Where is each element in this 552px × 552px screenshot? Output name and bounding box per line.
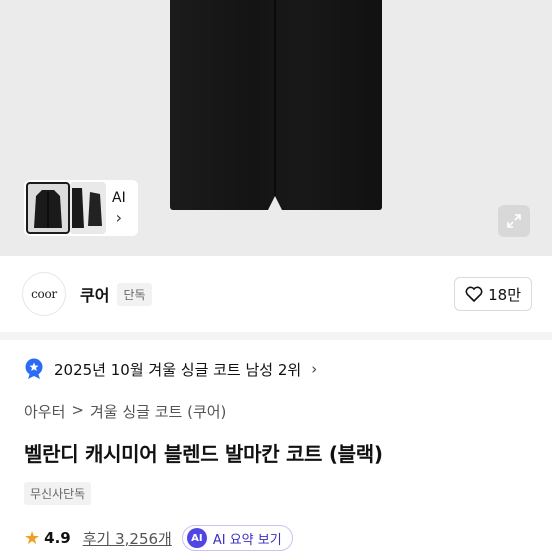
star-icon: ★ [24, 527, 41, 549]
ranking-link[interactable]: 2025년 10월 겨울 싱글 코트 남성 2위 › [24, 356, 317, 382]
thumbnail-1[interactable] [26, 182, 70, 234]
breadcrumb-item-category[interactable]: 겨울 싱글 코트 (쿠어) [90, 401, 226, 422]
ai-summary-label: AI 요약 보기 [212, 532, 282, 548]
brand-name[interactable]: 쿠어 [80, 282, 109, 306]
section-divider [0, 332, 552, 340]
like-count: 18만 [488, 285, 521, 304]
chevron-right-icon: › [115, 207, 123, 227]
brand-row: coor 쿠어 단독 18만 [22, 271, 532, 317]
breadcrumb: 아우터 > 겨울 싱글 코트 (쿠어) [24, 401, 226, 422]
rating-score: 4.9 [44, 529, 71, 547]
ranking-text: 2025년 10월 겨울 싱글 코트 남성 2위 [54, 360, 302, 379]
ai-chip-label: AI [112, 189, 126, 206]
heart-icon [465, 286, 483, 302]
product-image-area[interactable]: AI › [0, 0, 552, 256]
thumbnail-strip: AI › [24, 180, 138, 236]
product-title: 벨란디 캐시미어 블렌드 발마칸 코트 (블랙) [24, 442, 383, 466]
ai-similar-button[interactable]: AI › [112, 190, 126, 227]
rating-row: ★ 4.9 후기 3,256개 AI AI 요약 보기 [24, 524, 293, 552]
chevron-right-icon: › [311, 360, 318, 378]
like-button[interactable]: 18만 [454, 277, 532, 311]
thumbnail-2[interactable] [70, 182, 106, 234]
product-image [170, 0, 382, 210]
reviews-link[interactable]: 후기 3,256개 [83, 528, 172, 549]
breadcrumb-item-outer[interactable]: 아우터 [24, 401, 65, 422]
ai-summary-button[interactable]: AI AI 요약 보기 [181, 525, 293, 551]
ai-icon: AI [186, 528, 207, 548]
brand-logo[interactable]: coor [22, 272, 66, 316]
exclusive-tag: 무신사단독 [24, 482, 92, 505]
expand-icon[interactable] [498, 205, 530, 237]
breadcrumb-separator: > [71, 401, 84, 419]
rank-badge-icon [25, 358, 43, 379]
exclusive-badge: 단독 [117, 282, 152, 306]
